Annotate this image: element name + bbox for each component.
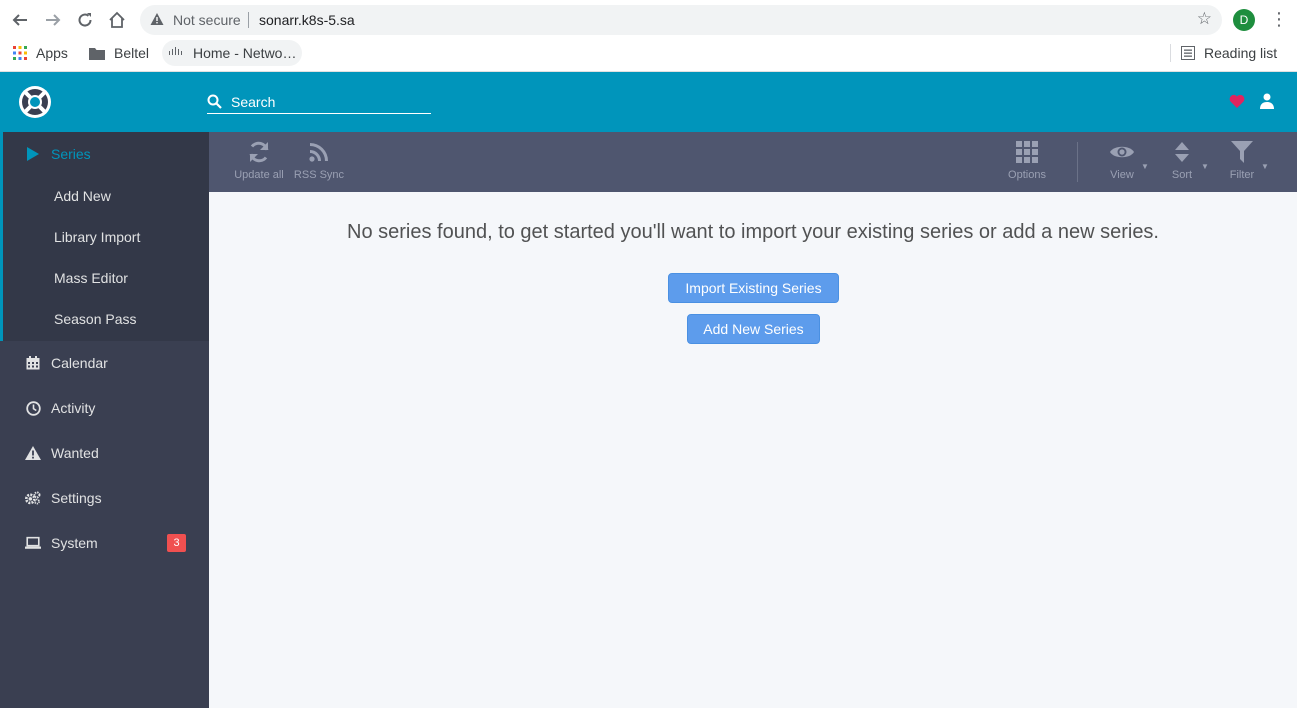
reading-list-button[interactable]: Reading list (1181, 40, 1277, 66)
bookmark-apps[interactable]: Apps (13, 40, 68, 66)
sidebar-item-calendar[interactable]: Calendar (3, 341, 209, 385)
rss-sync-button[interactable]: RSS Sync (289, 132, 349, 192)
sidebar: Series Add New Library Import Mass Edito… (0, 132, 209, 708)
import-existing-series-button[interactable]: Import Existing Series (668, 273, 839, 303)
options-button[interactable]: Options (997, 132, 1057, 192)
bookmark-label: Beltel (114, 45, 150, 61)
address-bar[interactable]: Not secure sonarr.k8s-5.sa ☆ (140, 5, 1222, 35)
play-icon (25, 146, 41, 162)
folder-icon (89, 47, 105, 60)
bookmarks-divider (1170, 44, 1171, 62)
bookmark-label: Home - Netwo… (193, 45, 297, 61)
toolbar-separator (1077, 142, 1078, 182)
caret-down-icon: ▼ (1201, 162, 1209, 171)
url-text[interactable]: sonarr.k8s-5.sa (259, 12, 355, 28)
arrow-right-icon (46, 14, 61, 26)
arrow-left-icon (12, 14, 27, 26)
cogs-icon (25, 490, 41, 506)
reading-list-icon (1181, 46, 1195, 60)
rss-sync-label: RSS Sync (293, 169, 345, 181)
home-icon (109, 11, 125, 28)
grid-icon (1016, 139, 1038, 165)
sidebar-subitem-add-new[interactable]: Add New (3, 176, 209, 216)
sidebar-item-label: Series (51, 146, 91, 162)
laptop-icon (25, 535, 41, 551)
rss-icon (309, 139, 329, 165)
search-icon (207, 94, 222, 109)
sort-label: Sort (1171, 169, 1193, 181)
add-new-series-button[interactable]: Add New Series (687, 314, 820, 344)
sort-menu-button[interactable]: Sort ▼ (1152, 132, 1212, 192)
sidebar-item-label: Activity (51, 400, 96, 416)
sidebar-subitem-label: Season Pass (54, 311, 137, 327)
cisco-logo-icon (169, 47, 182, 55)
caret-down-icon: ▼ (1141, 162, 1149, 171)
bookmark-home-network[interactable]: Home - Netwo… (162, 40, 303, 66)
reading-list-label: Reading list (1204, 45, 1278, 61)
page-toolbar: Update all RSS Sync Options View ▼ Sort … (209, 132, 1297, 192)
eye-icon (1109, 139, 1135, 165)
more-menu-icon[interactable]: ⋮ (1270, 10, 1288, 30)
sidebar-subitem-label: Mass Editor (54, 270, 128, 286)
sidebar-subitem-season-pass[interactable]: Season Pass (3, 299, 209, 339)
caret-down-icon: ▼ (1261, 162, 1269, 171)
main-content: No series found, to get started you'll w… (209, 192, 1297, 708)
reload-icon (78, 13, 92, 27)
filter-label: Filter (1229, 169, 1255, 181)
sidebar-item-activity[interactable]: Activity (3, 386, 209, 430)
warning-icon (150, 13, 164, 25)
update-all-button[interactable]: Update all (229, 132, 289, 192)
bookmark-label: Apps (36, 45, 68, 61)
warning-icon (25, 445, 41, 461)
app-header (0, 72, 1297, 132)
sonarr-logo-icon[interactable] (18, 85, 52, 119)
home-button[interactable] (107, 10, 127, 30)
search-input[interactable] (231, 92, 427, 112)
options-label: Options (1008, 169, 1046, 181)
update-all-label: Update all (234, 169, 284, 181)
sidebar-item-label: Settings (51, 490, 102, 506)
bookmarks-bar: Apps Beltel Home - Netwo… Reading list (0, 40, 1297, 72)
system-status-badge: 3 (167, 534, 186, 552)
filter-menu-button[interactable]: Filter ▼ (1212, 132, 1272, 192)
filter-icon (1231, 139, 1253, 165)
bookmark-beltel[interactable]: Beltel (89, 40, 149, 66)
browser-toolbar: Not secure sonarr.k8s-5.sa ☆ D ⋮ (0, 0, 1297, 40)
sidebar-subitem-label: Add New (54, 188, 111, 204)
user-icon[interactable] (1260, 93, 1274, 109)
view-menu-button[interactable]: View ▼ (1092, 132, 1152, 192)
bookmark-star-icon[interactable]: ☆ (1197, 9, 1212, 29)
security-label[interactable]: Not secure (173, 12, 241, 28)
profile-avatar[interactable]: D (1233, 9, 1255, 31)
sidebar-item-series[interactable]: Series (3, 132, 209, 176)
search-box (207, 92, 431, 114)
reload-button[interactable] (75, 10, 95, 30)
sidebar-item-label: System (51, 535, 98, 551)
heart-icon[interactable] (1229, 94, 1245, 108)
omnibox-separator (248, 12, 249, 28)
calendar-icon (25, 355, 41, 371)
sidebar-item-settings[interactable]: Settings (3, 476, 209, 520)
sidebar-item-label: Calendar (51, 355, 108, 371)
sidebar-item-wanted[interactable]: Wanted (3, 431, 209, 475)
sidebar-subitem-mass-editor[interactable]: Mass Editor (3, 258, 209, 298)
sort-icon (1175, 139, 1189, 165)
sidebar-item-label: Wanted (51, 445, 99, 461)
view-label: View (1110, 169, 1134, 181)
clock-icon (25, 400, 41, 416)
empty-state-message: No series found, to get started you'll w… (347, 221, 1159, 243)
sidebar-subitem-library-import[interactable]: Library Import (3, 217, 209, 257)
refresh-icon (247, 139, 271, 165)
sidebar-subitem-label: Library Import (54, 229, 141, 245)
forward-button[interactable] (43, 10, 63, 30)
sidebar-item-system[interactable]: System 3 (3, 521, 209, 565)
apps-grid-icon (13, 46, 27, 60)
back-button[interactable] (10, 10, 30, 30)
